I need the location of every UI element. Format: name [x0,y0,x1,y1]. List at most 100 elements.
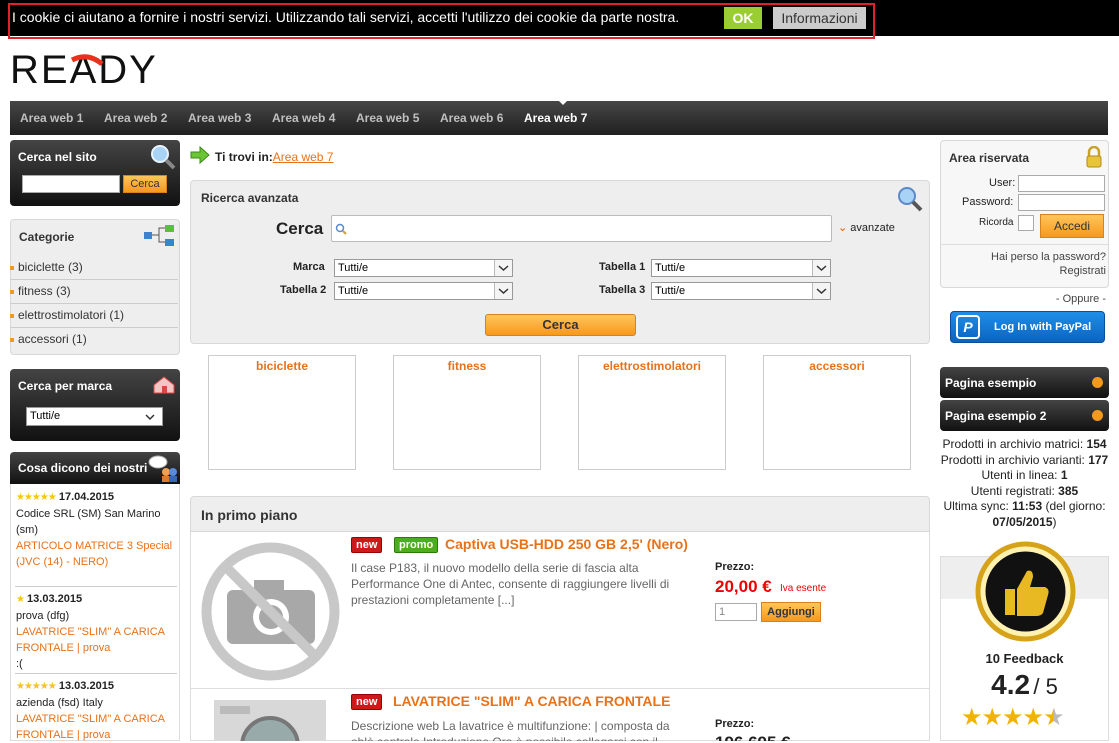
filter-select-tabella1[interactable]: Tutti/e [651,259,831,277]
review-product-link[interactable]: LAVATRICE "SLIM" A CARICA FRONTALE | pro… [16,713,164,741]
cookie-info-button[interactable]: Informazioni [773,7,866,29]
sync-time: 11:53 [1012,499,1043,513]
main-nav: Area web 1 Area web 2 Area web 3 Area we… [10,100,1108,135]
review-date: 13.03.2015 [27,593,83,605]
chevron-down-icon [812,260,830,276]
category-item-biciclette[interactable]: biciclette (3) [10,256,178,280]
filter-label-tabella1: Tabella 1 [599,261,646,273]
review-item: ★ 13.03.2015 prova (dfg) LAVATRICE "SLIM… [16,591,176,672]
page-link-esempio[interactable]: Pagina esempio [940,367,1109,398]
filter-label-marca: Marca [293,261,325,273]
reviews-list: ★★★★★ 17.04.2015 Codice SRL (SM) San Mar… [10,484,180,741]
advanced-search-button[interactable]: Cerca [485,314,636,336]
review-product-link[interactable]: ARTICOLO MATRICE 3 Special (JVC (14) - N… [16,540,172,568]
featured-header: In primo piano [190,496,930,532]
category-card-biciclette[interactable]: biciclette [208,355,356,470]
filter-select-tabella3[interactable]: Tutti/e [651,282,831,300]
chevron-down-icon [812,283,830,299]
select-value: Tutti/e [655,262,686,274]
magnifier-icon [151,145,176,170]
lock-icon [1086,146,1102,168]
register-link[interactable]: Registrati [1060,265,1106,277]
feedback-score: 4.2 / 5 [941,669,1108,701]
add-to-cart-button[interactable]: Aggiungi [761,602,821,622]
product-title-link[interactable]: Captiva USB-HDD 250 GB 2,5' (Nero) [445,536,688,552]
filter-select-marca[interactable]: Tutti/e [334,259,513,277]
breadcrumb-prefix: Ti trovi in: [215,150,273,164]
product-title-link[interactable]: LAVATRICE "SLIM" A CARICA FRONTALE [393,693,670,709]
category-label: accessori (1) [18,332,87,346]
sitemap-icon [144,225,174,246]
stat-label: Prodotti in archivio varianti: [940,452,1085,467]
category-card-elettrostimolatori[interactable]: elettrostimolatori [578,355,726,470]
login-button[interactable]: Accedi [1040,214,1104,238]
category-item-accessori[interactable]: accessori (1) [10,328,178,352]
nav-item-area-web-5[interactable]: Area web 5 [356,111,419,125]
category-card-accessori[interactable]: accessori [763,355,911,470]
user-input[interactable] [1018,175,1105,192]
advanced-search-input[interactable] [331,215,832,242]
arrow-right-icon [190,146,210,164]
magnifier-icon [898,187,923,212]
search-icon [335,223,347,235]
page-link-esempio-2[interactable]: Pagina esempio 2 [940,400,1109,431]
brand-search-title: Cerca per marca [18,379,113,393]
badge-new: new [351,537,383,553]
category-card-fitness[interactable]: fitness [393,355,541,470]
site-search-button[interactable]: Cerca [123,175,167,193]
review-comment: :( [16,658,23,670]
password-input[interactable] [1018,194,1105,211]
divider [15,673,177,674]
stat-sync: Ultima sync: 11:53 (del giorno: 07/05/201… [940,499,1109,530]
thumbs-up-medal-icon [975,541,1076,642]
advanced-toggle[interactable]: ⌄ avanzate [838,221,895,234]
reviews-title: Cosa dicono dei nostri [18,461,148,475]
reviews-header: Cosa dicono dei nostri [10,452,180,484]
review-date: 17.04.2015 [58,491,114,503]
advanced-search-panel: Ricerca avanzata Cerca ⌄ avanzate Marca … [190,180,930,344]
badge-new: new [351,694,383,710]
forgot-password-link[interactable]: Hai perso la password? [991,251,1106,263]
reserved-title: Area riservata [949,151,1030,165]
chevron-down-icon: ⌄ [838,222,848,234]
stat-label: Utenti registrati: [970,483,1055,498]
nav-item-area-web-2[interactable]: Area web 2 [104,111,167,125]
feedback-widget[interactable]: 10 Feedback 4.2 / 5 ★★★★★ [940,541,1109,741]
advanced-search-label: Cerca [276,219,324,238]
page-label: Pagina esempio 2 [945,409,1047,423]
orange-dot-icon [1092,377,1103,388]
sync-end: ) [1052,514,1057,529]
washing-machine-image[interactable] [214,700,326,741]
ready-logo[interactable]: READY [10,50,210,88]
category-item-elettrostimolatori[interactable]: elettrostimolatori (1) [10,304,178,328]
home-tag-icon [153,376,175,394]
stat-label: Utenti in linea: [981,468,1058,482]
sync-label: Ultima sync: [943,499,1009,513]
product-description: Il case P183, il nuovo modello della ser… [351,561,670,607]
site-search-input[interactable] [22,175,120,193]
category-item-fitness[interactable]: fitness (3) [10,280,178,304]
filter-label-tabella2: Tabella 2 [280,284,327,296]
brand-select[interactable]: Tutti/e [26,407,163,426]
filter-select-tabella2[interactable]: Tutti/e [334,282,513,300]
paypal-login-button[interactable]: P Log In with PayPal [950,311,1105,343]
quantity-input[interactable]: 1 [715,603,757,621]
chevron-down-icon [494,260,512,276]
nav-item-area-web-1[interactable]: Area web 1 [20,111,83,125]
nav-item-area-web-4[interactable]: Area web 4 [272,111,335,125]
sync-mid: (del giorno: [1045,499,1106,513]
nav-item-area-web-3[interactable]: Area web 3 [188,111,251,125]
no-image-camera-icon[interactable] [199,540,342,683]
chevron-down-icon [494,283,512,299]
stat-label: Prodotti in archivio matrici: [942,437,1084,451]
price-label: Prezzo: [715,561,755,573]
remember-checkbox[interactable] [1018,215,1034,231]
nav-item-area-web-6[interactable]: Area web 6 [440,111,503,125]
review-product-link[interactable]: LAVATRICE "SLIM" A CARICA FRONTALE | pro… [16,626,164,654]
nav-item-area-web-7[interactable]: Area web 7 [524,111,587,125]
cookie-ok-button[interactable]: OK [724,7,762,29]
breadcrumb-link[interactable]: Area web 7 [273,150,334,164]
user-label: User: [989,177,1016,189]
stars-icon: ★★★★★ [16,492,57,503]
stars-icon: ★ [16,594,25,605]
